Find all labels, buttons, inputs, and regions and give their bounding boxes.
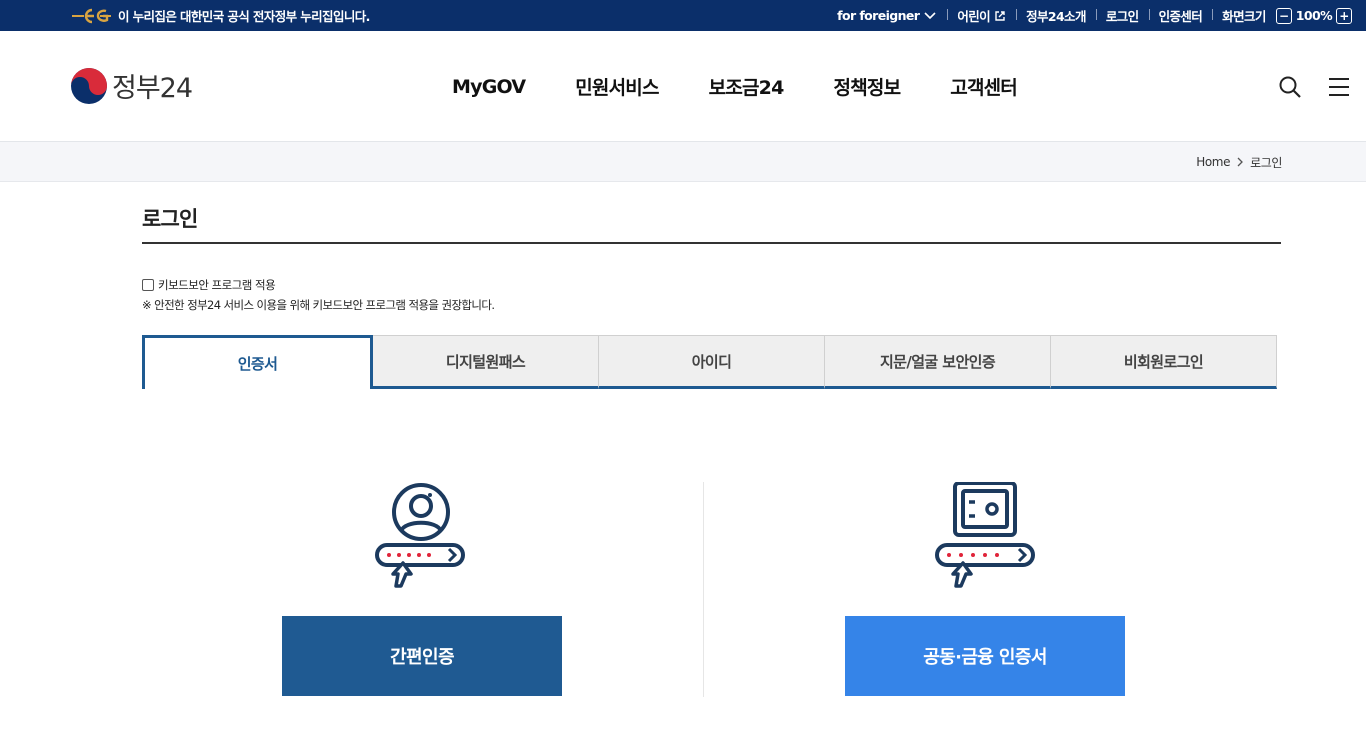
- site-header: 정부24 MyGOV 민원서비스 보조금24 정책정보 고객센터: [0, 31, 1366, 142]
- tab-digital-onepass[interactable]: 디지털원패스: [373, 335, 599, 389]
- nav-mygov[interactable]: MyGOV: [452, 76, 526, 98]
- chevron-right-icon: [1237, 157, 1243, 167]
- breadcrumb: Home 로그인: [1196, 142, 1282, 182]
- safe-password-icon: [935, 482, 1035, 588]
- top-login-link[interactable]: 로그인: [1095, 6, 1149, 25]
- nav-civil-service[interactable]: 민원서비스: [575, 73, 659, 100]
- nav-customer-center[interactable]: 고객센터: [950, 73, 1018, 100]
- gov-notice-text: 이 누리집은 대한민국 공식 전자정부 누리집입니다.: [118, 9, 370, 24]
- egov-logo-icon: [72, 8, 111, 23]
- breadcrumb-current: 로그인: [1250, 155, 1282, 170]
- government-notice-bar: 이 누리집은 대한민국 공식 전자정부 누리집입니다. for foreigne…: [0, 0, 1366, 31]
- utility-links: for foreigner 어린이 정부24소개 로그인 인증센터 화면크기 −…: [827, 0, 1352, 31]
- nav-subsidy24[interactable]: 보조금24: [709, 73, 785, 100]
- tab-biometric[interactable]: 지문/얼굴 보안인증: [825, 335, 1051, 389]
- cert-center-label: 인증센터: [1158, 9, 1203, 24]
- main-navigation: MyGOV 민원서비스 보조금24 정책정보 고객센터: [452, 31, 1018, 142]
- external-link-icon: [995, 10, 1005, 21]
- keyboard-security-label: 키보드보안 프로그램 적용: [158, 278, 276, 292]
- about-label: 정부24소개: [1026, 9, 1086, 24]
- breadcrumb-home[interactable]: Home: [1196, 155, 1230, 169]
- checkbox-box[interactable]: [142, 279, 154, 291]
- cert-center-link[interactable]: 인증센터: [1148, 6, 1213, 25]
- zoom-in-button[interactable]: +: [1336, 7, 1352, 24]
- breadcrumb-bar: Home 로그인: [0, 142, 1366, 182]
- login-method-tabs: 인증서 디지털원패스 아이디 지문/얼굴 보안인증 비회원로그인: [142, 335, 1277, 389]
- for-foreigner-label: for foreigner: [837, 8, 920, 23]
- zoom-label: 화면크기: [1222, 9, 1266, 24]
- page-title: 로그인: [142, 207, 198, 231]
- keyboard-security-checkbox[interactable]: 키보드보안 프로그램 적용: [142, 277, 276, 293]
- tab-guest-login[interactable]: 비회원로그인: [1051, 335, 1277, 389]
- for-foreigner-dropdown[interactable]: for foreigner: [827, 8, 947, 23]
- menu-icon[interactable]: [1328, 77, 1350, 97]
- search-icon[interactable]: [1278, 75, 1302, 99]
- kids-link[interactable]: 어린이: [947, 6, 1016, 25]
- tab-id[interactable]: 아이디: [599, 335, 825, 389]
- zoom-control: 화면크기 − 100% +: [1212, 6, 1352, 25]
- keyboard-security-note: ※ 안전한 정부24 서비스 이용을 위해 키보드보안 프로그램 적용을 권장합…: [142, 298, 495, 312]
- panel-divider: [703, 482, 704, 697]
- about-link[interactable]: 정부24소개: [1016, 6, 1096, 25]
- zoom-out-button[interactable]: −: [1275, 7, 1292, 24]
- zoom-value: 100%: [1295, 8, 1333, 23]
- title-divider: [142, 242, 1281, 244]
- taegeuk-logo-icon: [71, 67, 107, 104]
- logo-text: 정부24: [112, 73, 193, 104]
- tab-certificate[interactable]: 인증서: [142, 335, 373, 389]
- user-password-icon: [375, 483, 465, 588]
- joint-cert-button[interactable]: 공동·금융 인증서: [845, 616, 1125, 696]
- simple-auth-button[interactable]: 간편인증: [282, 616, 562, 696]
- site-logo[interactable]: 정부24: [70, 66, 193, 105]
- nav-policy-info[interactable]: 정책정보: [834, 73, 902, 100]
- gov-notice: 이 누리집은 대한민국 공식 전자정부 누리집입니다.: [70, 0, 370, 31]
- top-login-label: 로그인: [1105, 9, 1139, 24]
- header-icons: [1278, 75, 1350, 99]
- kids-label: 어린이: [957, 9, 991, 24]
- chevron-down-icon: [924, 11, 936, 19]
